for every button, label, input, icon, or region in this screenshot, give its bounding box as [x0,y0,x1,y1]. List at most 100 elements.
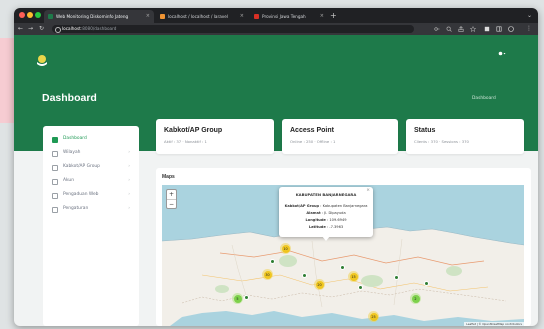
chevron-right-icon: › [128,206,130,211]
map-marker[interactable] [270,259,275,264]
popup-line: Kabkot/AP Group : Kabupaten Banjarnegara [284,204,368,208]
sidebar-item-akun[interactable]: Akun › [47,174,135,188]
browser-menu-icon[interactable]: ⋮ [526,23,532,35]
map-cluster[interactable]: 15 [348,271,359,282]
browser-window: Web Monitoring Diskominfo Jateng × local… [14,8,538,326]
map-cluster[interactable]: 5 [232,293,243,304]
sidebar-item-wilayah[interactable]: Wilayah › [47,146,135,160]
map-zoom-control: + − [166,189,177,209]
sidebar-item-pengaduan[interactable]: Pengaduan Web › [47,188,135,202]
popup-line: Longitude : 109.6949 [305,218,347,222]
favicon-icon [254,14,259,19]
map-marker[interactable] [358,285,363,290]
forward-icon[interactable]: → [28,23,33,35]
cluster-count: 15 [349,272,358,281]
key-icon[interactable] [434,26,440,32]
map-cluster[interactable]: 10 [280,243,291,254]
share-icon[interactable] [458,26,464,32]
maximize-window-button[interactable] [35,12,41,18]
site-info-icon[interactable] [55,26,61,33]
sidebar-item-label: Akun [63,178,74,183]
page-title: Dashboard [42,92,97,104]
card-status: Status Clients : 370 · Sessions : 370 [406,119,524,154]
map-card: Maps + − 10 30 20 15 5 25 2 × KABUPATEN … [156,168,531,326]
close-tab-icon[interactable]: × [146,10,150,23]
address-bar[interactable]: localhost:8080/dashboard [52,25,414,33]
chevron-right-icon: › [128,164,130,169]
zoom-icon[interactable] [446,26,452,32]
tab-localhost[interactable]: localhost / localhost / laravel × [156,10,248,23]
close-window-button[interactable] [19,12,25,18]
chevron-right-icon: › [128,178,130,183]
tab-bar: Web Monitoring Diskominfo Jateng × local… [14,8,538,23]
card-kabkot: Kabkot/AP Group Aktif : 37 · Nonaktif : … [156,119,274,154]
popup-line: Latitude : -7.3963 [308,225,344,229]
sidebar-item-label: Pengaduan Web [63,192,99,197]
popup-line-label: Latitude [308,225,326,229]
reload-icon[interactable]: ↻ [39,23,44,35]
popup-title: KABUPATEN BANJARNEGARA [295,192,357,197]
tab-web-monitoring[interactable]: Web Monitoring Diskominfo Jateng × [44,10,154,23]
map-cluster[interactable]: 30 [262,269,273,280]
cluster-count: 30 [263,270,272,279]
url-path: :8080/dashboard [80,26,117,31]
sidebar: Dashboard Wilayah › Kabkot/AP Group › Ak… [43,126,139,326]
popup-line: Alamat : Jl. Dipayuda [306,211,346,215]
sidebar-item-pengaturan[interactable]: Pengaturan › [47,202,135,216]
sidebar-item-label: Wilayah [63,150,81,155]
popup-line-label: Longitude [305,218,326,222]
card-title: Access Point [290,127,334,134]
sidebar-item-kabkot[interactable]: Kabkot/AP Group › [47,160,135,174]
sidebar-item-dashboard[interactable]: Dashboard [47,132,135,146]
tab-provinsi[interactable]: Provinsi Jawa Tengah × [250,10,328,23]
close-tab-icon[interactable]: × [240,10,244,23]
map-marker[interactable] [424,281,429,286]
profile-icon[interactable] [508,26,514,32]
card-subtitle: Aktif : 37 · Nonaktif : 1 [164,139,207,144]
map-cluster[interactable]: 25 [368,311,379,322]
user-icon [52,179,58,185]
zoom-out-button[interactable]: − [167,200,176,209]
map-cluster[interactable]: 2 [410,293,421,304]
cluster-count: 5 [233,294,242,303]
map-cluster[interactable]: 20 [314,279,325,290]
map-marker[interactable] [394,275,399,280]
settings-icon [52,207,58,213]
card-subtitle: Clients : 370 · Sessions : 370 [414,139,469,144]
favicon-icon [48,14,53,19]
popup-line-value: -7.3963 [329,225,344,229]
breadcrumb[interactable]: Dashboard [472,96,496,101]
minimize-window-button[interactable] [27,12,33,18]
map-popup: × KABUPATEN BANJARNEGARA Kabkot/AP Group… [279,187,373,237]
popup-pointer [322,236,330,241]
map-view[interactable]: + − 10 30 20 15 5 25 2 × KABUPATEN BANJA… [162,185,524,326]
close-tab-icon[interactable]: × [320,10,324,23]
chevron-right-icon: › [128,192,130,197]
sidepanel-icon[interactable] [496,26,502,32]
cluster-count: 25 [369,312,378,321]
sidebar-item-label: Dashboard [63,136,87,141]
popup-line-label: Kabkot/AP Group [284,204,320,208]
user-menu-icon[interactable] [498,51,506,57]
cluster-count: 10 [281,244,290,253]
map-marker[interactable] [302,273,307,278]
back-icon[interactable]: ← [18,23,23,35]
bookmark-star-icon[interactable] [470,26,476,32]
extension-icon[interactable] [484,26,490,32]
card-subtitle: Online : 250 · Offline : 1 [290,139,336,144]
map-title: Maps [162,174,175,180]
sidebar-item-label: Pengaturan [63,206,89,211]
new-tab-button[interactable]: + [330,8,337,23]
zoom-in-button[interactable]: + [167,190,176,200]
tab-overflow-icon[interactable]: ⌄ [527,8,532,23]
building-icon [52,165,58,171]
map-icon [52,151,58,157]
cluster-count: 2 [411,294,420,303]
tab-label: Provinsi Jawa Tengah [262,14,306,19]
map-marker[interactable] [244,295,249,300]
card-title: Kabkot/AP Group [164,127,223,134]
message-icon [52,193,58,199]
map-marker[interactable] [340,265,345,270]
map-attribution[interactable]: Leaflet | © OpenStreetMap contributors [464,322,524,326]
app-logo-icon[interactable] [35,53,49,67]
